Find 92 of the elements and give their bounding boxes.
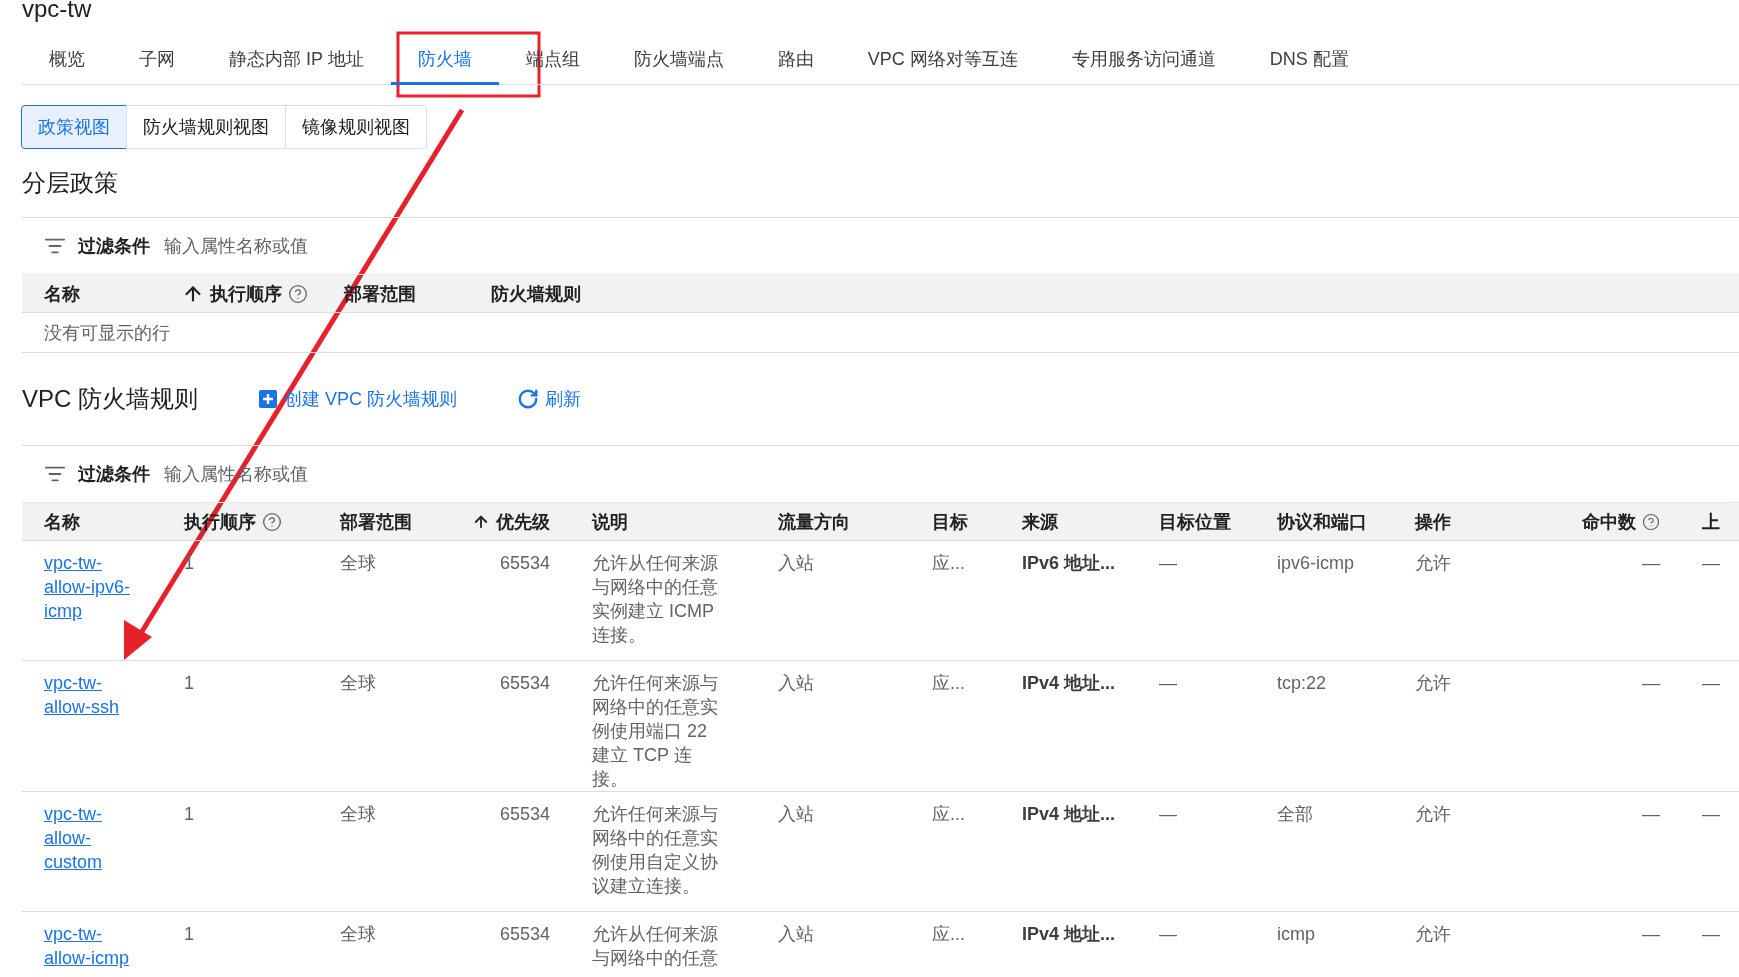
column-header-label: 来源 bbox=[1022, 510, 1058, 534]
table-cell-text: 允许 bbox=[1415, 672, 1451, 695]
help-icon[interactable] bbox=[262, 511, 282, 532]
view-toggle-button[interactable]: 防火墙规则视图 bbox=[126, 105, 286, 149]
table-cell-text: — bbox=[1159, 672, 1177, 695]
rule-name-link[interactable]: vpc-tw-allow-ipv6-icmp bbox=[44, 551, 142, 623]
table-cell-text: IPv4 地址... bbox=[1022, 803, 1116, 826]
table-cell-text: icmp bbox=[1277, 923, 1315, 946]
table-cell-text: 65534 bbox=[499, 803, 550, 826]
table-cell-text: 允许 bbox=[1415, 803, 1451, 826]
table-cell-text: 全球 bbox=[340, 552, 376, 575]
column-header-label: 流量方向 bbox=[778, 510, 850, 534]
table-cell-text: — bbox=[1702, 672, 1720, 695]
nav-tab[interactable]: 防火墙 bbox=[390, 36, 499, 85]
table-cell-text: 入站 bbox=[778, 672, 814, 695]
table-cell-text: 1 bbox=[184, 672, 194, 695]
table-cell-text: 应... bbox=[932, 803, 965, 826]
table-cell-text: — bbox=[1159, 552, 1177, 575]
rule-name-link[interactable]: vpc-tw-allow-custom bbox=[44, 802, 142, 874]
column-header-label: 执行顺序 bbox=[210, 282, 282, 306]
nav-tab[interactable]: VPC 网络对等互连 bbox=[840, 36, 1045, 85]
table-cell-text: — bbox=[1642, 803, 1660, 826]
table-cell-text: 允许任何来源与网络中的任意实例使用端口 22 建立 TCP 连接。 bbox=[592, 672, 719, 791]
column-header-label: 目标 bbox=[932, 510, 968, 534]
table-cell-text: 1 bbox=[184, 803, 194, 826]
view-toggle-button[interactable]: 镜像规则视图 bbox=[285, 105, 427, 149]
column-header-label: 部署范围 bbox=[340, 510, 412, 534]
table-cell-text: 入站 bbox=[778, 923, 814, 946]
table-cell-text: 入站 bbox=[778, 552, 814, 575]
nav-tab[interactable]: 概览 bbox=[22, 36, 112, 85]
refresh-button[interactable]: 刷新 bbox=[517, 387, 582, 411]
filter-input[interactable]: 输入属性名称或值 bbox=[162, 234, 466, 258]
table-cell-text: — bbox=[1702, 552, 1720, 575]
table-cell-text: 全球 bbox=[340, 803, 376, 826]
help-icon[interactable] bbox=[1642, 511, 1660, 532]
column-header-label: 操作 bbox=[1415, 510, 1451, 534]
table-cell-text: 允许 bbox=[1415, 552, 1451, 575]
table-cell-text: — bbox=[1159, 923, 1177, 946]
nav-tab[interactable]: 路由 bbox=[750, 36, 841, 85]
table-cell-text: 应... bbox=[932, 923, 965, 946]
page-title: vpc-tw bbox=[22, 0, 93, 22]
section-title: 分层政策 bbox=[22, 168, 118, 198]
view-toggle-button[interactable]: 政策视图 bbox=[21, 105, 127, 149]
column-header-label: 命中数 bbox=[1582, 510, 1636, 534]
table-cell-text: — bbox=[1702, 803, 1720, 826]
table-cell-text: 全部 bbox=[1277, 803, 1313, 826]
filter-label: 过滤条件 bbox=[78, 235, 150, 258]
column-header-label: 上 bbox=[1702, 510, 1720, 534]
table-cell-text: 允许 bbox=[1415, 923, 1451, 946]
table-cell-text: IPv4 地址... bbox=[1022, 923, 1116, 946]
rule-name-link[interactable]: vpc-tw-allow-ssh bbox=[44, 671, 142, 719]
nav-tab[interactable]: 子网 bbox=[112, 36, 202, 85]
table-cell-text: 全球 bbox=[340, 923, 376, 946]
column-header-label: 防火墙规则 bbox=[491, 282, 581, 306]
nav-tab[interactable]: 专用服务访问通道 bbox=[1044, 36, 1243, 85]
table-cell-text: 应... bbox=[932, 672, 965, 695]
table-cell-text: IPv4 地址... bbox=[1022, 672, 1116, 695]
table-cell-text: — bbox=[1159, 803, 1177, 826]
table-cell-text: tcp:22 bbox=[1277, 672, 1327, 695]
table-cell-text: 允许任何来源与网络中的任意实例使用自定义协议建立连接。 bbox=[592, 803, 719, 898]
table-cell-text: ipv6-icmp bbox=[1277, 552, 1355, 575]
empty-message: 没有可显示的行 bbox=[22, 313, 1739, 353]
nav-tab[interactable]: 防火墙端点 bbox=[606, 36, 751, 85]
column-header-label: 名称 bbox=[44, 282, 80, 306]
table-cell-text: 65534 bbox=[499, 923, 550, 946]
table-cell-text: 1 bbox=[184, 923, 194, 946]
add-box-icon bbox=[258, 389, 278, 409]
column-header-label: 名称 bbox=[44, 510, 80, 534]
table-cell-text: — bbox=[1642, 672, 1660, 695]
table-cell-text: 65534 bbox=[499, 672, 550, 695]
table-cell-text: 允许从任何来源与网络中的任意实例建立 ICMP 连接。 bbox=[592, 552, 719, 647]
refresh-icon bbox=[517, 388, 540, 410]
table-cell-text: — bbox=[1702, 923, 1720, 946]
table-cell-text: — bbox=[1642, 923, 1660, 946]
table-cell-text: 1 bbox=[184, 552, 194, 575]
table-cell-text: — bbox=[1642, 552, 1660, 575]
filter-label: 过滤条件 bbox=[78, 463, 150, 486]
nav-tab[interactable]: 静态内部 IP 地址 bbox=[202, 36, 391, 85]
column-header-label: 说明 bbox=[592, 510, 628, 534]
table-cell-text: 全球 bbox=[340, 672, 376, 695]
column-header-label: 目标位置 bbox=[1159, 510, 1231, 534]
table-cell-text: 入站 bbox=[778, 803, 814, 826]
section-title: VPC 防火墙规则 bbox=[22, 384, 198, 414]
help-icon[interactable] bbox=[288, 283, 308, 304]
table-cell-text: 65534 bbox=[499, 552, 550, 575]
column-header-label: 协议和端口 bbox=[1277, 510, 1367, 534]
table-cell-text: 允许从任何来源与网络中的任意 bbox=[592, 923, 719, 970]
table-cell-text: IPv6 地址... bbox=[1022, 552, 1116, 575]
rule-name-link[interactable]: vpc-tw-allow-icmp bbox=[44, 922, 142, 970]
column-header-label: 优先级 bbox=[496, 510, 550, 534]
table-cell-text: 应... bbox=[932, 552, 965, 575]
nav-tab[interactable]: DNS 配置 bbox=[1242, 36, 1376, 85]
